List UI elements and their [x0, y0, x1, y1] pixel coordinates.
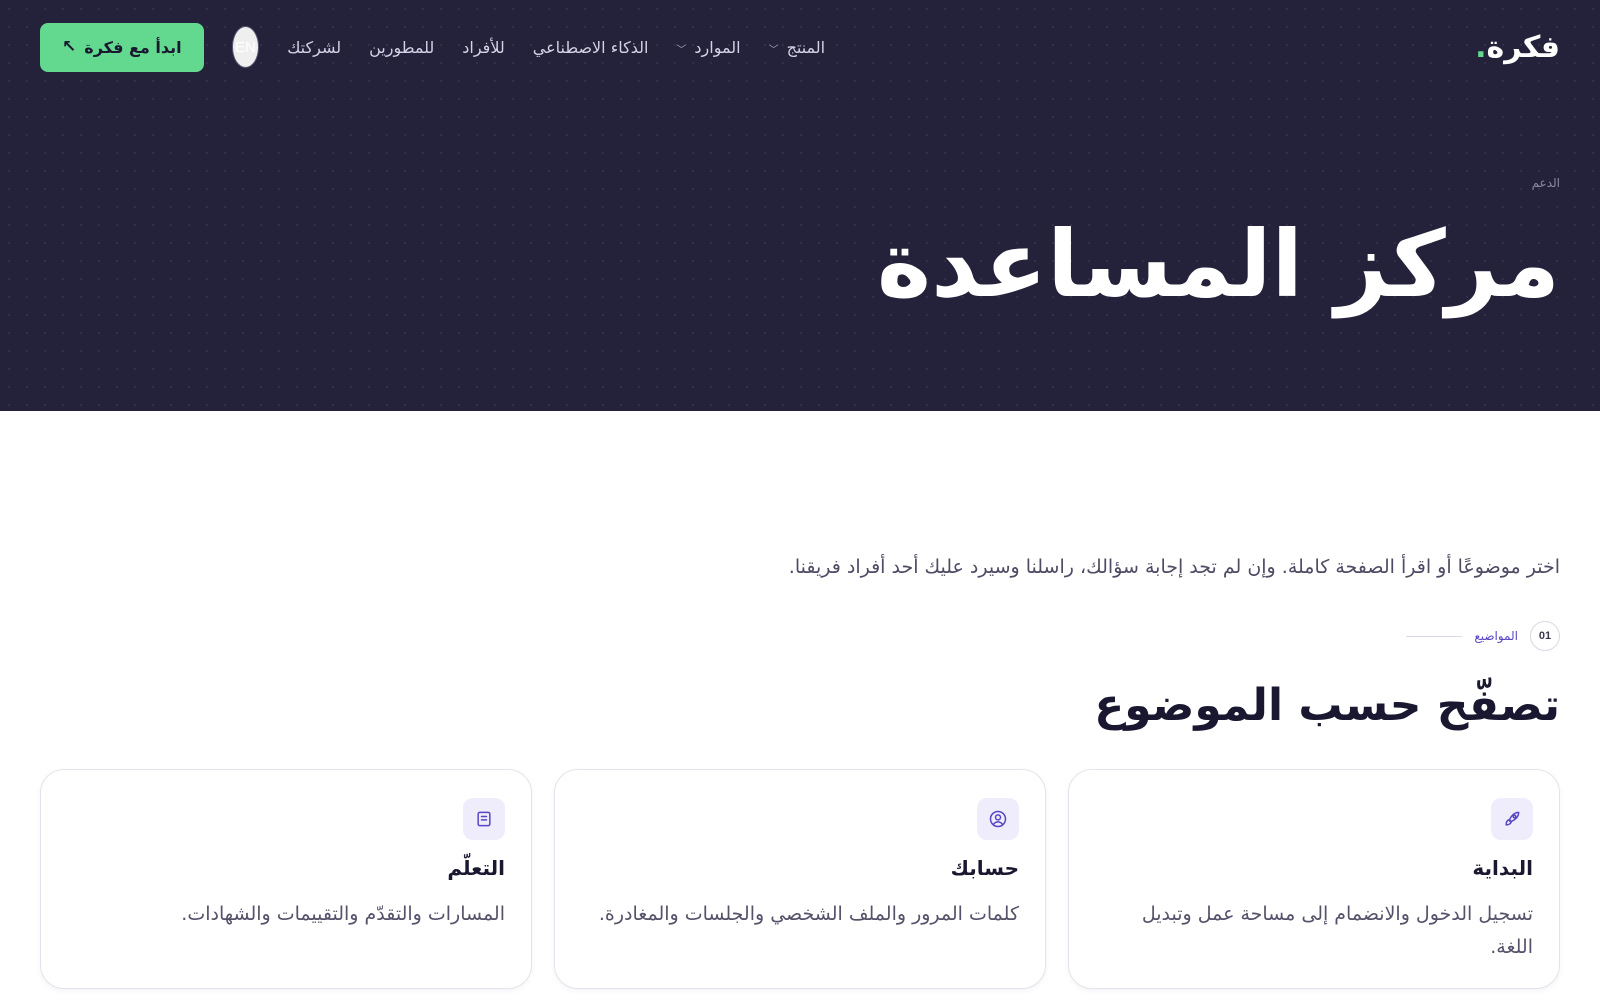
nav-item-developers[interactable]: للمطورين: [369, 38, 434, 57]
topic-card-getting-started[interactable]: البداية تسجيل الدخول والانضمام إلى مساحة…: [1068, 769, 1560, 989]
breadcrumb[interactable]: الدعم: [1532, 176, 1560, 190]
card-description: كلمات المرور والملف الشخصي والجلسات والم…: [598, 903, 1019, 925]
nav-item-label: الذكاء الاصطناعي: [532, 37, 649, 57]
nav-item-label: للأفراد: [462, 37, 505, 57]
nav-item-label: المنتج: [786, 37, 826, 57]
card-description: المسارات والتقدّم والتقييمات والشهادات.: [181, 903, 505, 925]
chevron-down-icon: ﹀: [676, 44, 687, 56]
page-title: مركز المساعدة: [876, 211, 1560, 318]
intro-text: اختر موضوعًا أو اقرأ الصفحة كاملة. وإن ل…: [788, 556, 1560, 578]
hero-banner: فكرة. المنتج ﹀ الموارد ﹀ الذكاء الاصطناع…: [0, 0, 1600, 411]
nav-item-company[interactable]: لشركتك: [287, 38, 341, 57]
section-label-text: المواضيع: [1474, 629, 1518, 643]
section-label: 01 المواضيع: [1406, 621, 1560, 651]
logo-text: فكرة: [1486, 29, 1560, 65]
arrow-up-left-icon: ↖: [62, 37, 77, 57]
section-number: 01: [1530, 621, 1560, 651]
card-title: التعلّم: [447, 856, 505, 880]
nav-item-ai[interactable]: الذكاء الاصطناعي: [533, 38, 649, 57]
language-toggle-button[interactable]: EN: [231, 26, 260, 68]
top-navigation: فكرة. المنتج ﹀ الموارد ﹀ الذكاء الاصطناع…: [0, 0, 1600, 94]
nav-item-label: للمطورين: [369, 37, 435, 57]
nav-item-resources[interactable]: الموارد ﹀: [676, 38, 740, 57]
nav-item-label: لشركتك: [287, 37, 342, 57]
nav-item-individuals[interactable]: للأفراد: [462, 38, 504, 57]
card-description: تسجيل الدخول والانضمام إلى مساحة عمل وتب…: [1141, 903, 1533, 959]
logo[interactable]: فكرة.: [1475, 30, 1560, 65]
user-circle-icon: [977, 798, 1019, 840]
card-title: البداية: [1472, 856, 1533, 880]
card-title: حسابك: [950, 856, 1019, 880]
section-divider: [1406, 635, 1463, 637]
nav-links: المنتج ﹀ الموارد ﹀ الذكاء الاصطناعي للأف…: [287, 38, 825, 57]
nav-item-label: الموارد: [694, 37, 741, 57]
topic-card-account[interactable]: حسابك كلمات المرور والملف الشخصي والجلسا…: [554, 769, 1046, 989]
topic-cards: البداية تسجيل الدخول والانضمام إلى مساحة…: [40, 769, 1560, 989]
get-started-button[interactable]: ابدأ مع فكرة ↖: [40, 22, 204, 72]
section-title: تصفّح حسب الموضوع: [1094, 680, 1560, 731]
cta-label: ابدأ مع فكرة: [84, 37, 182, 57]
topic-card-learning[interactable]: التعلّم المسارات والتقدّم والتقييمات وال…: [40, 769, 532, 989]
book-icon: [463, 798, 505, 840]
logo-dot: .: [1475, 29, 1487, 65]
chevron-down-icon: ﹀: [768, 44, 779, 56]
nav-item-product[interactable]: المنتج ﹀: [769, 38, 826, 57]
rocket-icon: [1491, 798, 1533, 840]
